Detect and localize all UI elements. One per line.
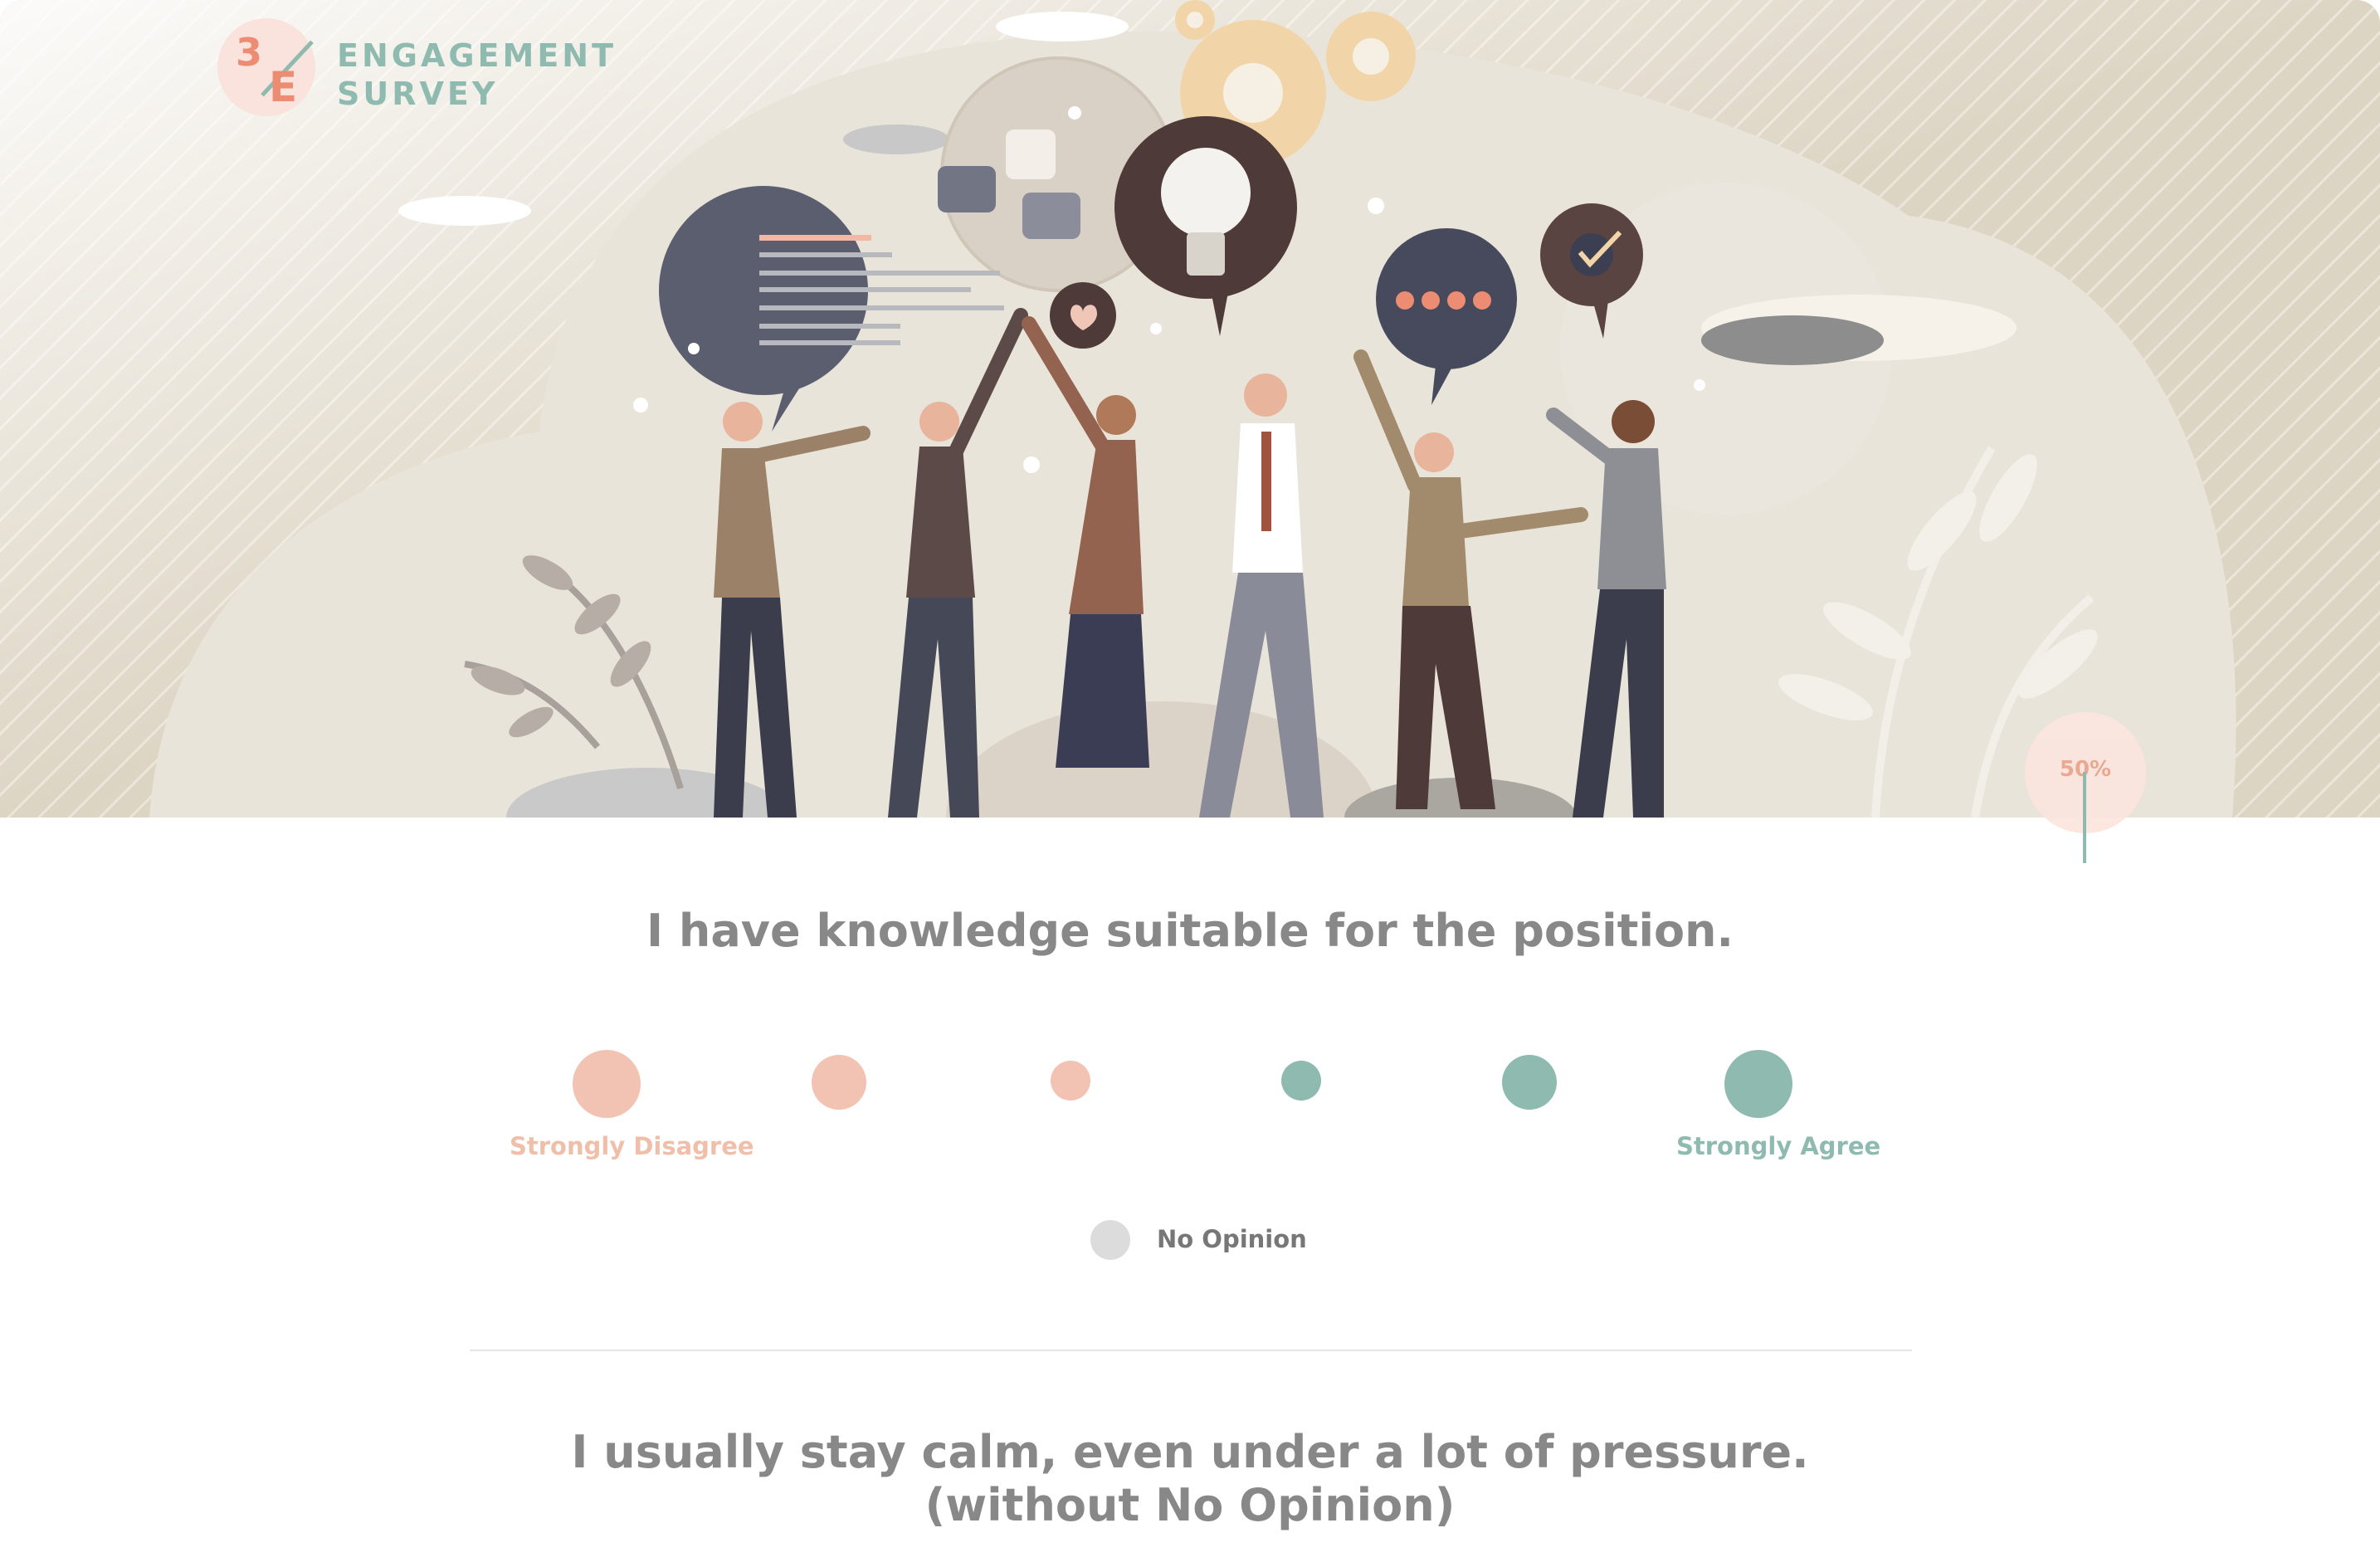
progress-marker bbox=[2083, 772, 2086, 863]
brand-logo[interactable]: 3 E ENGAGEMENT SURVEY bbox=[217, 18, 613, 118]
survey-page: 3 E ENGAGEMENT SURVEY 50% I have knowled… bbox=[0, 0, 2380, 1562]
scale-option-6[interactable] bbox=[1724, 1050, 1792, 1118]
logo-letter: E bbox=[269, 63, 298, 111]
brand-name: ENGAGEMENT SURVEY bbox=[337, 37, 617, 113]
no-opinion-label[interactable]: No Opinion bbox=[1157, 1225, 1307, 1253]
logo-number: 3 bbox=[236, 30, 263, 75]
scale-option-1[interactable] bbox=[573, 1050, 641, 1118]
scale-option-4[interactable] bbox=[1281, 1061, 1321, 1101]
hero-illustration bbox=[0, 0, 2380, 818]
scale-option-2[interactable] bbox=[812, 1055, 866, 1110]
scale-label-strongly-disagree: Strongly Disagree bbox=[510, 1132, 754, 1160]
scale-option-5[interactable] bbox=[1502, 1055, 1557, 1110]
brand-name-line1: ENGAGEMENT bbox=[337, 37, 617, 74]
question-2-text: I usually stay calm, even under a lot of… bbox=[571, 1426, 1809, 1531]
question-1-text: I have knowledge suitable for the positi… bbox=[646, 905, 1734, 957]
team-celebration-illustration bbox=[0, 0, 2380, 818]
scale-label-strongly-agree: Strongly Agree bbox=[1676, 1132, 1881, 1160]
question-divider bbox=[470, 1350, 1912, 1351]
logo-badge: 3 E bbox=[217, 18, 315, 116]
scale-option-3[interactable] bbox=[1051, 1061, 1090, 1101]
no-opinion-radio[interactable] bbox=[1090, 1220, 1130, 1260]
brand-name-line2: SURVEY bbox=[337, 76, 499, 112]
